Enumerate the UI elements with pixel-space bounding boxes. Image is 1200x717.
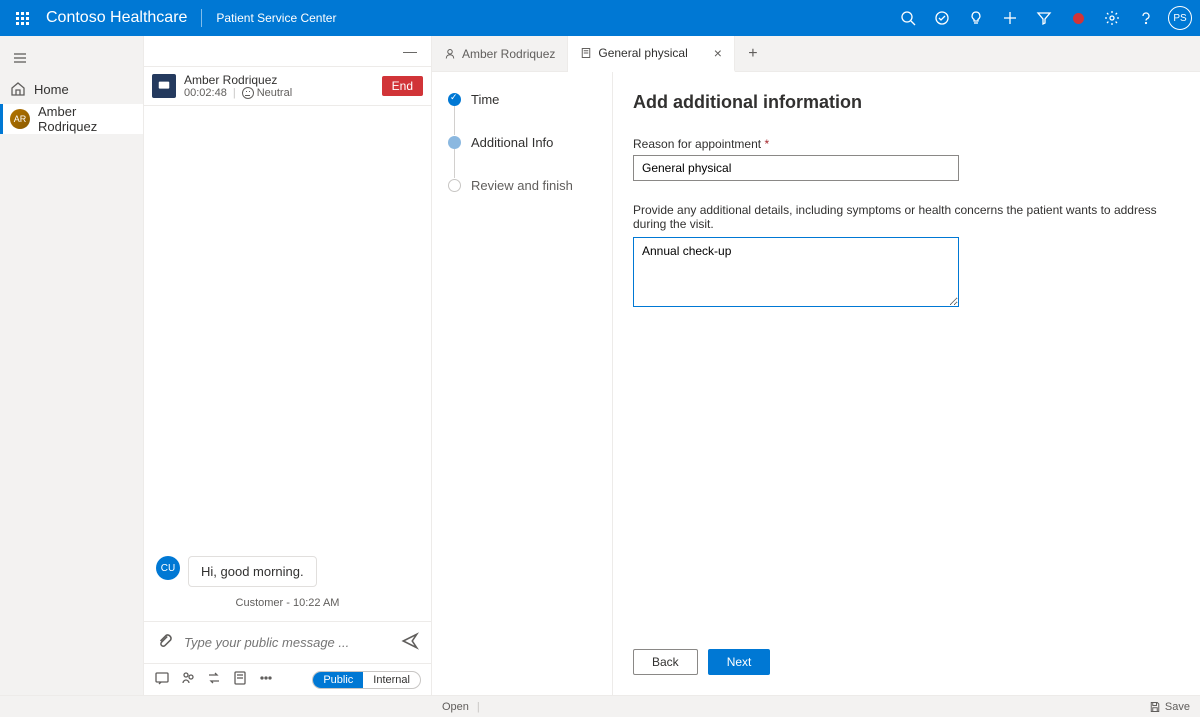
home-icon — [10, 81, 26, 97]
app-subtitle: Patient Service Center — [216, 11, 336, 25]
more-icon[interactable] — [258, 670, 274, 689]
help-icon[interactable] — [1130, 2, 1162, 34]
nav-label-home: Home — [34, 82, 69, 97]
brand-title: Contoso Healthcare — [46, 9, 187, 27]
nav-label-patient: Amber Rodriquez — [38, 104, 133, 134]
next-button[interactable]: Next — [708, 649, 771, 675]
form-area: Add additional information Reason for ap… — [612, 72, 1200, 695]
form-icon — [580, 47, 592, 59]
composer-toolbar: Public Internal — [144, 663, 431, 695]
divider: | — [477, 701, 480, 713]
attach-icon[interactable] — [156, 632, 174, 653]
task-check-icon[interactable] — [926, 2, 958, 34]
customer-avatar-badge: CU — [156, 556, 180, 580]
nav-item-home[interactable]: Home — [0, 74, 143, 104]
right-panel: Amber Rodriquez General physical × + Tim… — [432, 36, 1200, 695]
add-icon[interactable] — [994, 2, 1026, 34]
quick-reply-icon[interactable] — [154, 670, 170, 689]
filter-icon[interactable] — [1028, 2, 1060, 34]
message-composer — [144, 621, 431, 663]
person-icon — [444, 48, 456, 60]
session-sentiment: Neutral — [257, 87, 292, 99]
step-review[interactable]: Review and finish — [448, 178, 596, 193]
transfer-icon[interactable] — [206, 670, 222, 689]
end-session-button[interactable]: End — [382, 76, 423, 96]
record-indicator-icon[interactable] — [1062, 2, 1094, 34]
tab-general-physical[interactable]: General physical × — [568, 36, 735, 72]
app-launcher-icon[interactable] — [8, 4, 36, 32]
left-navigation: Home AR Amber Rodriquez — [0, 36, 144, 695]
chat-message-meta: Customer - 10:22 AM — [156, 597, 419, 609]
notes-icon[interactable] — [232, 670, 248, 689]
back-button[interactable]: Back — [633, 649, 698, 675]
app-header: Contoso Healthcare Patient Service Cente… — [0, 0, 1200, 36]
step-done-icon — [448, 93, 461, 106]
session-patient-name: Amber Rodriquez — [184, 73, 374, 87]
tab-label: General physical — [598, 46, 687, 60]
hamburger-menu-icon[interactable] — [4, 42, 36, 74]
tab-patient[interactable]: Amber Rodriquez — [432, 36, 568, 71]
close-icon[interactable]: × — [714, 45, 722, 61]
details-textarea[interactable] — [633, 237, 959, 307]
step-pending-icon — [448, 179, 461, 192]
settings-gear-icon[interactable] — [1096, 2, 1128, 34]
tab-strip: Amber Rodriquez General physical × + — [432, 36, 1200, 72]
form-title: Add additional information — [633, 92, 1170, 113]
status-bar: Open | Save — [0, 695, 1200, 717]
step-time[interactable]: Time — [448, 92, 596, 135]
chat-panel: — Amber Rodriquez 00:02:48 | Neutral End… — [144, 36, 432, 695]
nav-item-patient[interactable]: AR Amber Rodriquez — [0, 104, 143, 134]
divider: | — [233, 87, 236, 99]
consult-icon[interactable] — [180, 670, 196, 689]
step-current-icon — [448, 136, 461, 149]
divider — [201, 9, 202, 27]
visibility-toggle: Public Internal — [312, 671, 421, 689]
save-button[interactable]: Save — [1149, 701, 1190, 713]
search-icon[interactable] — [892, 2, 924, 34]
message-input[interactable] — [184, 635, 391, 650]
progress-stepper: Time Additional Info Review and finish — [432, 72, 612, 695]
reason-label: Reason for appointment * — [633, 137, 1170, 151]
user-avatar[interactable]: PS — [1168, 6, 1192, 30]
send-icon[interactable] — [401, 632, 419, 653]
pill-public[interactable]: Public — [313, 672, 363, 688]
reason-input[interactable] — [633, 155, 959, 181]
chat-session-icon — [152, 74, 176, 98]
neutral-face-icon — [242, 87, 254, 99]
chat-message-bubble: Hi, good morning. — [188, 556, 317, 587]
minimize-icon[interactable]: — — [397, 39, 423, 63]
save-icon — [1149, 701, 1161, 713]
details-label: Provide any additional details, includin… — [633, 203, 1170, 231]
lightbulb-icon[interactable] — [960, 2, 992, 34]
patient-avatar-badge: AR — [10, 109, 30, 129]
session-card: Amber Rodriquez 00:02:48 | Neutral End — [144, 66, 431, 106]
add-tab-button[interactable]: + — [735, 36, 771, 71]
tab-label: Amber Rodriquez — [462, 47, 555, 61]
status-open-label: Open — [442, 701, 469, 713]
step-additional-info[interactable]: Additional Info — [448, 135, 596, 178]
chat-message-area: CU Hi, good morning. Customer - 10:22 AM — [144, 106, 431, 621]
session-timer: 00:02:48 — [184, 87, 227, 99]
pill-internal[interactable]: Internal — [363, 672, 420, 688]
